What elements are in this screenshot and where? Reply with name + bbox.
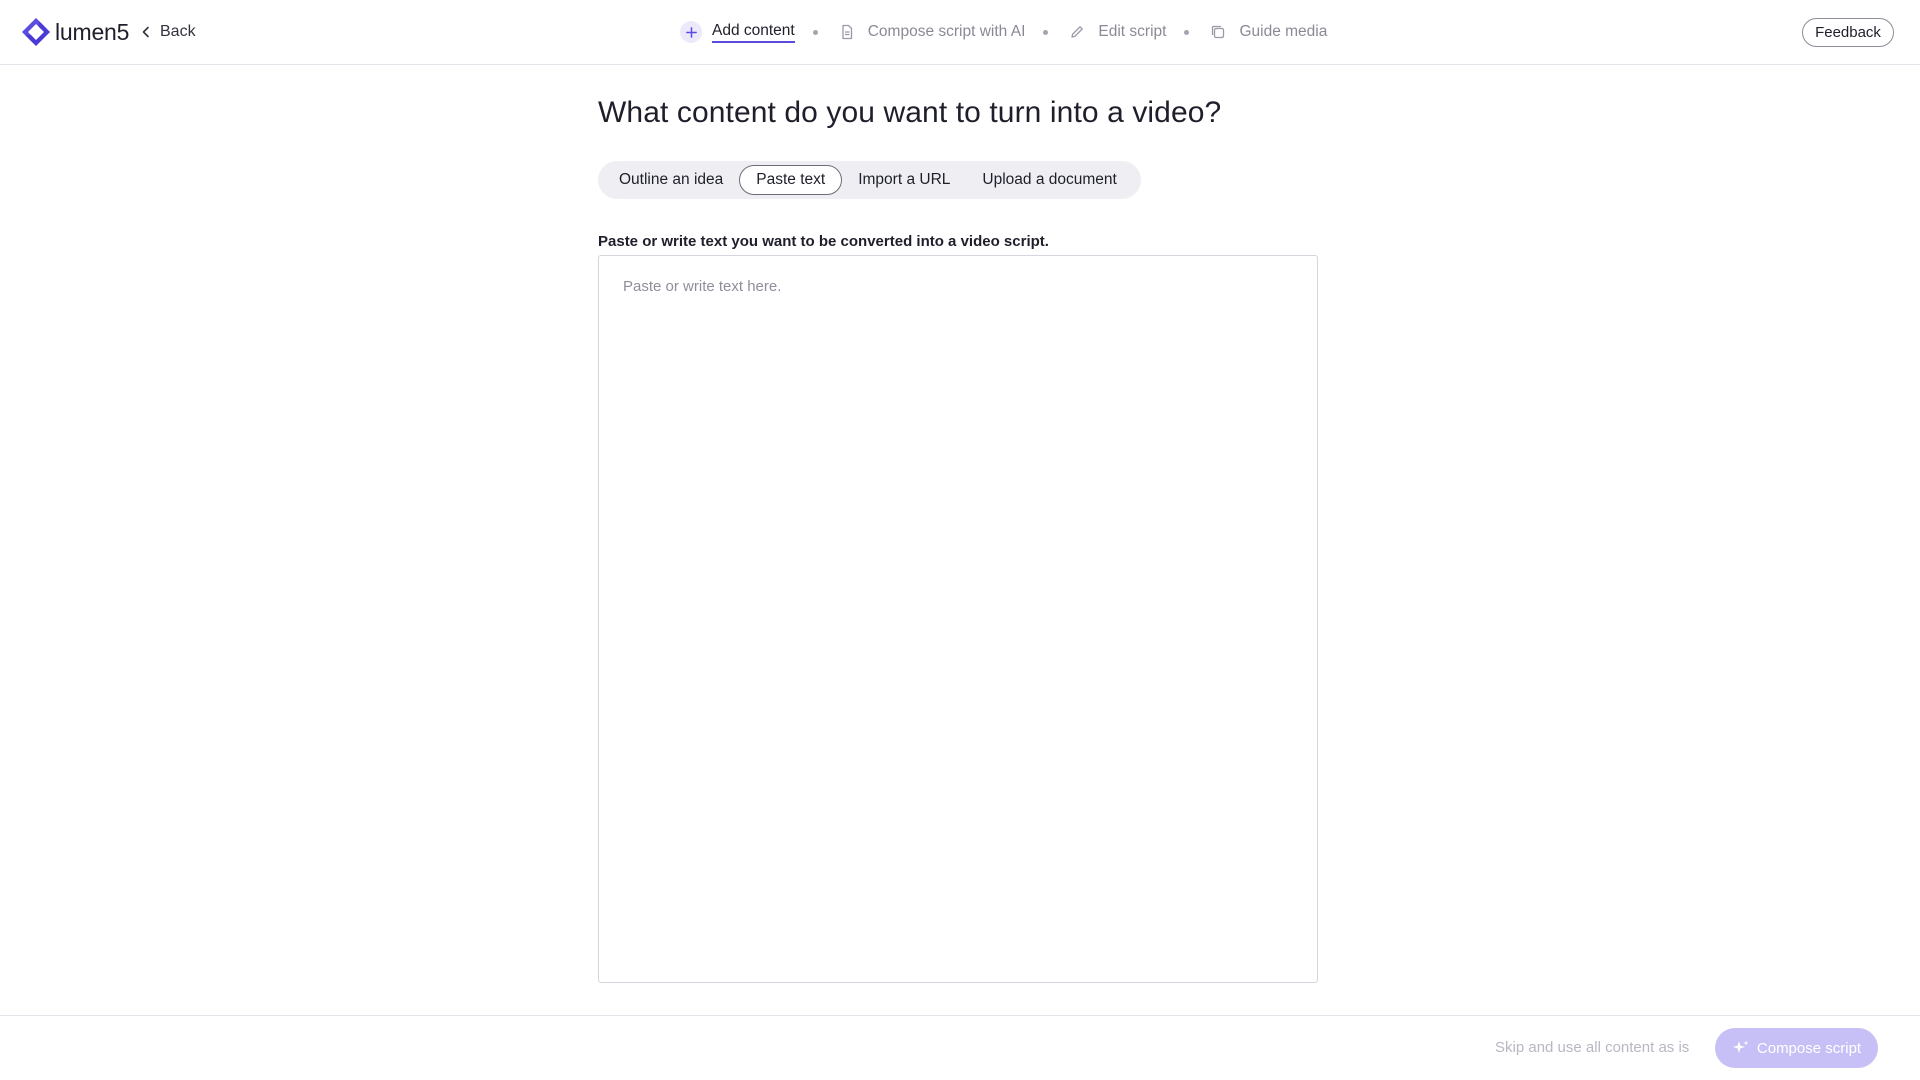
step-add-content[interactable]: Add content xyxy=(680,21,795,43)
document-icon xyxy=(836,21,858,43)
pencil-icon xyxy=(1066,21,1088,43)
tab-import-url[interactable]: Import a URL xyxy=(842,165,966,195)
lumen5-logo[interactable]: lumen5 xyxy=(20,14,129,50)
plus-icon xyxy=(680,21,702,43)
step-label: Edit script xyxy=(1098,23,1167,40)
chevron-left-icon xyxy=(142,26,149,38)
logo-text: lumen5 xyxy=(55,18,130,45)
step-label: Add content xyxy=(712,22,795,43)
progress-steps: Add content Compose script with AI Edit … xyxy=(680,16,1327,48)
back-label: Back xyxy=(160,23,196,40)
page-title: What content do you want to turn into a … xyxy=(598,96,1222,129)
step-label: Compose script with AI xyxy=(867,23,1026,40)
content-source-tabs: Outline an idea Paste text Import a URL … xyxy=(598,161,1141,199)
text-field-label: Paste or write text you want to be conve… xyxy=(598,233,1049,250)
media-stack-icon xyxy=(1207,21,1229,43)
top-bar: lumen5 Back Add content Compose script w… xyxy=(0,0,1920,65)
step-edit-script[interactable]: Edit script xyxy=(1066,21,1166,43)
step-label: Guide media xyxy=(1239,23,1328,40)
feedback-button[interactable]: Feedback xyxy=(1802,18,1894,47)
step-compose-script[interactable]: Compose script with AI xyxy=(836,21,1026,43)
tab-upload-document[interactable]: Upload a document xyxy=(966,165,1132,195)
back-button[interactable]: Back xyxy=(140,20,196,44)
tab-paste-text[interactable]: Paste text xyxy=(739,165,843,195)
step-separator xyxy=(812,29,818,35)
content-text-input[interactable] xyxy=(598,255,1318,983)
skip-link[interactable]: Skip and use all content as is xyxy=(1495,1039,1689,1056)
step-guide-media[interactable]: Guide media xyxy=(1207,21,1327,43)
compose-script-button[interactable]: Compose script xyxy=(1715,1028,1878,1068)
lumen5-logo-icon xyxy=(22,18,50,46)
step-separator xyxy=(1184,29,1190,35)
sparkle-icon xyxy=(1732,1040,1749,1053)
compose-script-label: Compose script xyxy=(1756,1039,1862,1057)
step-separator xyxy=(1043,29,1049,35)
tab-outline-idea[interactable]: Outline an idea xyxy=(603,165,739,195)
